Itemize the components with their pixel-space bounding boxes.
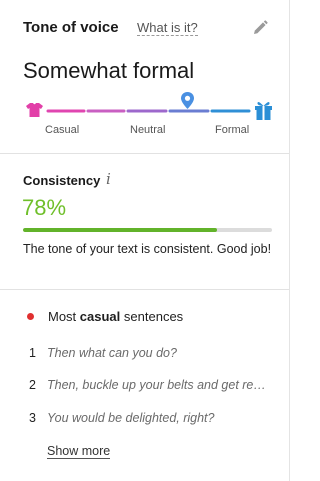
consistency-percent: 78%: [22, 195, 67, 220]
scale-label-formal: Formal: [215, 124, 250, 136]
header-bold: casual: [79, 309, 121, 324]
red-dot-icon: [27, 313, 34, 320]
tone-panel: Tone of voice What is it? Somewhat forma…: [0, 0, 290, 481]
sentence-text: You would be delighted, right?: [47, 411, 215, 425]
consistency-title: Consistency: [23, 173, 101, 188]
sentence-text: Then what can you do?: [47, 346, 177, 360]
location-pin-icon: [181, 92, 194, 109]
sentence-number: 3: [29, 411, 36, 425]
gift-icon: [255, 102, 272, 120]
consistency-progress-fill: [23, 228, 218, 232]
tshirt-icon: [26, 103, 43, 117]
sentences-section: Most casual sentences 1 Then what can yo…: [0, 291, 289, 481]
what-is-it-link[interactable]: What is it?: [137, 21, 198, 36]
scale-label-casual: Casual: [45, 124, 80, 136]
sentence-item[interactable]: 3 You would be delighted, right?: [0, 411, 289, 429]
tone-scale: Casual Neutral Formal: [0, 90, 290, 140]
header-suffix: sentences: [123, 309, 184, 324]
sentence-number: 2: [29, 378, 36, 392]
consistency-section: Consistency i 78% The tone of your text …: [0, 155, 289, 290]
sentence-text: Then, buckle up your belts and get ready…: [47, 378, 272, 392]
pencil-icon[interactable]: [251, 19, 269, 37]
info-icon[interactable]: i: [106, 170, 111, 188]
tone-value: Somewhat formal: [23, 58, 195, 83]
show-more-link[interactable]: Show more: [47, 444, 111, 459]
sentence-item[interactable]: 1 Then what can you do?: [0, 346, 289, 364]
sentence-number: 1: [29, 346, 36, 360]
header-prefix: Most: [48, 309, 77, 324]
sentence-item[interactable]: 2 Then, buckle up your belts and get rea…: [0, 378, 289, 396]
tone-section: Tone of voice What is it? Somewhat forma…: [0, 0, 289, 154]
scale-label-neutral: Neutral: [130, 124, 166, 136]
consistency-message: The tone of your text is consistent. Goo…: [23, 242, 272, 256]
sentences-header-text: Most casual sentences: [48, 309, 183, 324]
consistency-progress-bar: [23, 228, 272, 232]
tone-title: Tone of voice: [23, 19, 119, 36]
tone-header: Tone of voice What is it?: [23, 19, 273, 39]
